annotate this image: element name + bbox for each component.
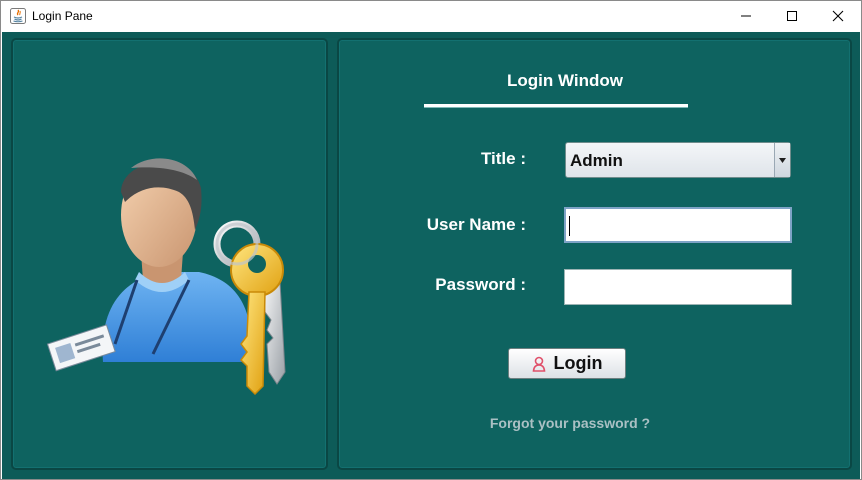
minimize-icon	[741, 15, 751, 17]
user-with-keys-icon	[46, 158, 286, 396]
close-icon	[832, 10, 844, 22]
title-bar[interactable]: Login Pane	[1, 1, 861, 31]
title-select-value: Admin	[570, 151, 623, 170]
heading-divider	[424, 104, 688, 107]
title-select[interactable]: Admin	[565, 142, 791, 178]
illustration-panel	[11, 38, 328, 470]
login-window: Login Pane Login Window Title: Admin Us…	[0, 0, 862, 480]
dropdown-arrow-icon[interactable]	[774, 143, 790, 177]
username-input[interactable]	[564, 207, 792, 243]
login-heading: Login Window	[507, 71, 623, 90]
username-label: User Name :	[426, 215, 526, 234]
window-title: Login Pane	[32, 9, 93, 23]
forgot-password-link[interactable]: Forgot your password ?	[339, 415, 801, 431]
user-icon	[532, 356, 545, 372]
close-button[interactable]	[815, 1, 861, 31]
content-area: Login Window Title : Admin User Name : P…	[2, 32, 860, 479]
password-label: Password :	[435, 275, 526, 294]
java-app-icon	[10, 8, 26, 24]
maximize-icon	[787, 11, 797, 21]
maximize-button[interactable]	[769, 1, 815, 31]
login-button[interactable]: Login	[508, 348, 626, 379]
password-input[interactable]	[564, 269, 792, 305]
text-caret	[569, 216, 570, 236]
title-label: Title :	[480, 149, 526, 168]
minimize-button[interactable]	[723, 1, 769, 31]
login-button-label: Login	[553, 353, 603, 373]
login-form-panel: Login Window Title : Admin User Name : P…	[337, 38, 852, 470]
